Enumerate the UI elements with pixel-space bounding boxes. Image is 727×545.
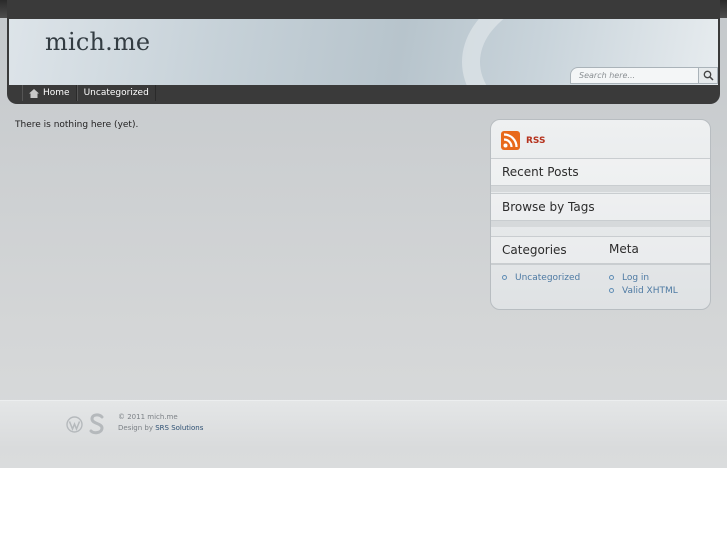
main-nav: Home Uncategorized	[22, 85, 156, 101]
wordpress-logo-icon[interactable]	[66, 415, 83, 433]
meta-title: Meta	[609, 242, 639, 256]
search-icon	[703, 70, 714, 81]
nav-item-home[interactable]: Home	[22, 85, 77, 101]
footer-design-credit: Design by SRS Solutions	[118, 423, 203, 434]
rss-label: RSS	[526, 135, 546, 146]
circle-bullet-icon	[609, 275, 614, 280]
nav-item-label: Home	[43, 88, 70, 98]
widget-divider	[491, 220, 710, 227]
widget-divider	[491, 263, 710, 265]
design-by-label: Design by	[118, 424, 153, 432]
meta-list: Log in Valid XHTML	[609, 271, 678, 297]
list-item[interactable]: Valid XHTML	[609, 284, 678, 297]
list-item[interactable]: Log in	[609, 271, 678, 284]
categories-title: Categories	[491, 236, 710, 264]
list-item[interactable]: Uncategorized	[502, 271, 580, 284]
srs-logo-icon[interactable]	[88, 413, 106, 435]
nav-item-label: Uncategorized	[83, 88, 149, 98]
home-icon	[29, 88, 39, 98]
footer-logos	[66, 413, 106, 435]
recent-posts-title: Recent Posts	[491, 158, 710, 186]
categories-list: Uncategorized	[502, 271, 580, 284]
rss-icon	[501, 131, 520, 150]
search-button[interactable]	[698, 68, 717, 83]
footer-copyright: © 2011 mich.me	[118, 413, 178, 421]
site-title[interactable]: mich.me	[45, 28, 150, 56]
nav-item-uncategorized[interactable]: Uncategorized	[76, 85, 156, 101]
site-footer: © 2011 mich.me Design by SRS Solutions	[0, 400, 727, 468]
sidebar: RSS Recent Posts Browse by Tags Categori…	[490, 119, 711, 310]
circle-bullet-icon	[502, 275, 507, 280]
rss-link[interactable]: RSS	[501, 131, 546, 150]
browse-tags-title: Browse by Tags	[491, 193, 710, 221]
designer-link[interactable]: SRS Solutions	[155, 424, 203, 432]
footer-credits: © 2011 mich.me Design by SRS Solutions	[118, 412, 203, 434]
empty-content-message: There is nothing here (yet).	[15, 120, 139, 130]
widget-divider	[491, 185, 710, 192]
category-link[interactable]: Uncategorized	[515, 273, 580, 283]
circle-bullet-icon	[609, 288, 614, 293]
search-input[interactable]	[571, 68, 699, 83]
log-in-link[interactable]: Log in	[622, 273, 649, 283]
valid-xhtml-link[interactable]: Valid XHTML	[622, 286, 678, 296]
search-form	[570, 67, 718, 84]
